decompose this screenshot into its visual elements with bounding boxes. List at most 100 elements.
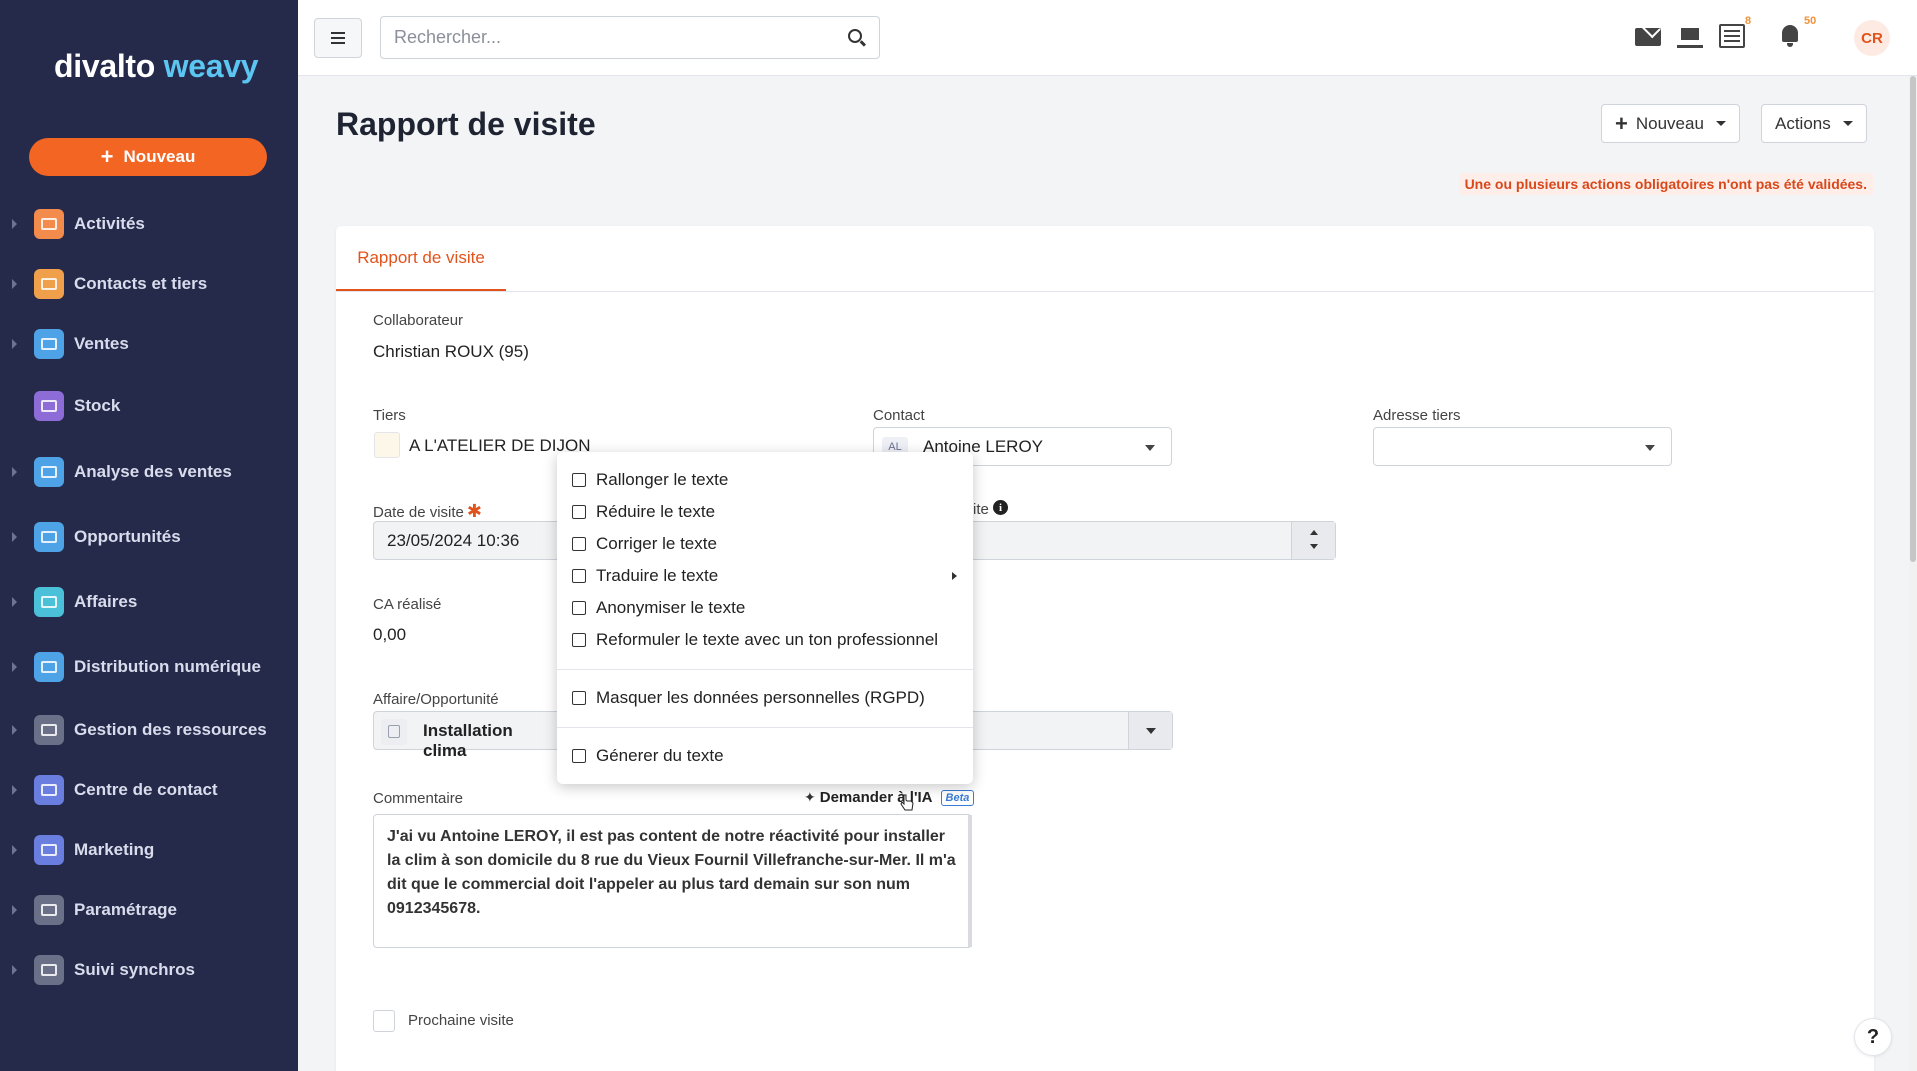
caret-right-icon — [12, 662, 17, 672]
line-chart-icon — [34, 652, 64, 682]
menu-item-label: Génerer du texte — [596, 746, 724, 765]
menu-item-reduire[interactable]: Réduire le texte — [557, 497, 973, 527]
menu-item-reformuler[interactable]: Reformuler le texte avec un ton professi… — [557, 625, 973, 655]
duree-visite-field[interactable] — [973, 521, 1336, 560]
menu-item-generer[interactable]: Génerer du texte — [557, 741, 973, 771]
cube-icon — [381, 719, 407, 745]
search-input[interactable] — [381, 17, 879, 58]
menu-item-label: Anonymiser le texte — [596, 598, 746, 617]
caret-right-icon — [12, 965, 17, 975]
sidebar-item-contacts[interactable]: Contacts et tiers — [0, 262, 298, 306]
ask-ai-label: Demander à l'IA — [819, 789, 933, 806]
ask-ai-button[interactable]: ✦ Demander à l'IA Beta — [804, 789, 975, 806]
avatar[interactable]: CR — [1854, 20, 1890, 56]
prochaine-visite-checkbox[interactable] — [373, 1010, 395, 1032]
chevron-down-icon — [1715, 121, 1726, 126]
sidebar-item-marketing[interactable]: Marketing — [0, 828, 298, 872]
tab-divider — [336, 291, 1874, 292]
caret-right-icon — [952, 572, 957, 580]
menu-item-label: Reformuler le texte avec un ton professi… — [596, 630, 939, 649]
contact-card-icon — [34, 269, 64, 299]
adresse-tiers-select[interactable] — [1373, 427, 1672, 466]
menu-divider — [557, 727, 973, 728]
tab-rapport-de-visite[interactable]: Rapport de visite — [336, 226, 506, 292]
page-scrollbar[interactable] — [1909, 76, 1917, 1071]
caret-right-icon — [12, 845, 17, 855]
sidebar-item-analyse-ventes[interactable]: Analyse des ventes — [0, 450, 298, 494]
pie-chart-icon — [34, 457, 64, 487]
adresse-tiers-label: Adresse tiers — [1373, 407, 1461, 424]
menu-item-masquer-rgpd[interactable]: Masquer les données personnelles (RGPD) — [557, 683, 973, 713]
task-list-icon[interactable] — [1719, 24, 1745, 48]
search-box — [380, 16, 880, 59]
number-stepper[interactable] — [1291, 522, 1335, 559]
plus-icon: + — [1615, 110, 1628, 136]
sidebar-item-stock[interactable]: Stock — [0, 384, 298, 428]
sidebar-item-label: Analyse des ventes — [74, 462, 232, 481]
chevron-down-icon[interactable] — [1128, 712, 1172, 749]
sidebar-item-label: Centre de contact — [74, 780, 218, 799]
info-icon[interactable]: i — [993, 500, 1008, 515]
affaire-select-end[interactable] — [973, 711, 1173, 750]
affaire-label: Affaire/Opportunité — [373, 691, 499, 708]
sidebar-item-label: Paramétrage — [74, 900, 178, 919]
task-list-badge: 8 — [1745, 15, 1752, 27]
scrollbar-thumb[interactable] — [1910, 76, 1916, 562]
sidebar-item-affaires[interactable]: Affaires — [0, 580, 298, 624]
sidebar-new-button-label: Nouveau — [123, 147, 196, 166]
new-dropdown-button[interactable]: + Nouveau — [1601, 104, 1740, 143]
hand-cursor-icon — [900, 794, 914, 811]
sidebar-item-label: Activités — [74, 214, 145, 233]
date-visite-field[interactable]: 23/05/2024 10:36 — [373, 521, 557, 560]
commentaire-label: Commentaire — [373, 790, 464, 807]
sidebar-item-distribution[interactable]: Distribution numérique — [0, 645, 298, 689]
sidebar-item-synchros[interactable]: Suivi synchros — [0, 948, 298, 992]
warehouse-icon — [34, 391, 64, 421]
topbar: 8 50 CR — [298, 0, 1917, 76]
mail-icon[interactable] — [1635, 28, 1661, 46]
menu-item-traduire[interactable]: Traduire le texte — [557, 561, 973, 591]
cart-icon[interactable] — [1677, 24, 1703, 48]
search-icon[interactable] — [848, 29, 862, 43]
pencil-icon — [572, 691, 586, 705]
sidebar-item-ventes[interactable]: Ventes — [0, 322, 298, 366]
sidebar-item-ressources[interactable]: Gestion des ressources — [0, 708, 298, 752]
duree-visite-label: ite — [973, 501, 989, 518]
menu-item-corriger[interactable]: Corriger le texte — [557, 529, 973, 559]
textarea-scrollbar[interactable] — [968, 815, 972, 947]
actions-dropdown-button[interactable]: Actions — [1761, 104, 1867, 143]
sidebar-item-opportunites[interactable]: Opportunités — [0, 515, 298, 559]
caret-up-icon[interactable] — [1310, 530, 1318, 535]
sidebar-new-button[interactable]: + Nouveau — [29, 138, 267, 176]
menu-item-label: Masquer les données personnelles (RGPD) — [596, 688, 925, 707]
sidebar-item-label: Ventes — [74, 334, 129, 353]
brand-logo[interactable]: divalto weavy — [54, 48, 259, 85]
collaborateur-label: Collaborateur — [373, 312, 464, 329]
sidebar-item-label: Marketing — [74, 840, 155, 859]
caret-right-icon — [12, 339, 17, 349]
menu-item-anonymiser[interactable]: Anonymiser le texte — [557, 593, 973, 623]
sparkle-icon: ✦ — [804, 789, 816, 805]
menu-item-rallonger[interactable]: Rallonger le texte — [557, 465, 973, 495]
pen-icon — [572, 749, 586, 763]
sidebar-item-activites[interactable]: Activités — [0, 202, 298, 246]
megaphone-icon — [34, 835, 64, 865]
bell-icon[interactable] — [1778, 24, 1804, 48]
caret-right-icon — [12, 467, 17, 477]
commentaire-textarea[interactable]: J'ai vu Antoine LEROY, il est pas conten… — [373, 814, 972, 948]
sidebar-item-parametrage[interactable]: Paramétrage — [0, 888, 298, 932]
people-icon — [34, 209, 64, 239]
menu-item-label: Réduire le texte — [596, 502, 716, 521]
sidebar-item-centre-contact[interactable]: Centre de contact — [0, 768, 298, 812]
gear-icon — [34, 895, 64, 925]
required-asterisk-icon: ✱ — [466, 501, 482, 521]
tie-icon — [572, 633, 586, 647]
chevron-down-icon — [1645, 445, 1655, 451]
sidebar-item-label: Distribution numérique — [74, 657, 261, 676]
caret-down-icon[interactable] — [1310, 544, 1318, 549]
help-button[interactable]: ? — [1854, 1018, 1892, 1056]
actions-dropdown-label: Actions — [1775, 113, 1831, 133]
caret-right-icon — [12, 219, 17, 229]
hamburger-menu-button[interactable] — [314, 18, 362, 58]
ai-context-menu: Rallonger le texte Réduire le texte Corr… — [557, 452, 973, 784]
